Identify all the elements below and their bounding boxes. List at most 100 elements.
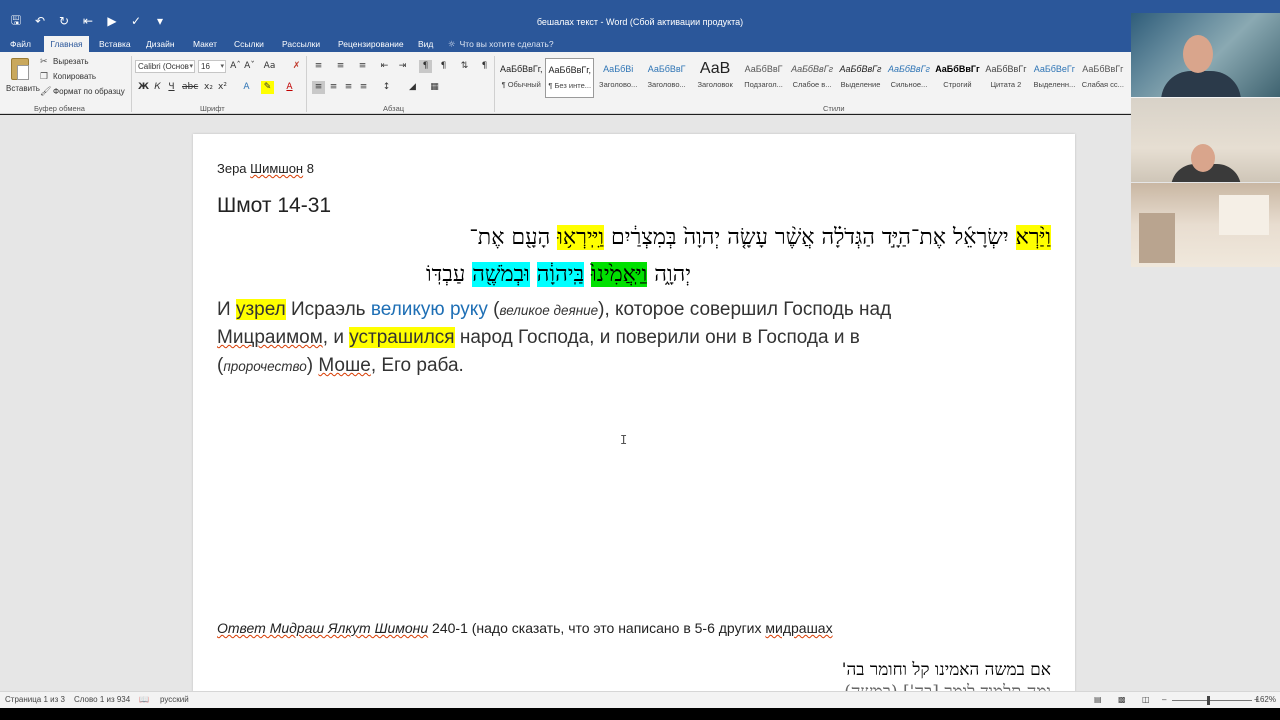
tab-mailings[interactable]: Рассылки — [276, 36, 326, 52]
highlight-color-icon[interactable]: ✎ — [261, 81, 274, 94]
style-preview: АаБбВі — [603, 64, 634, 74]
blue-phrase: великую руку — [370, 299, 488, 320]
paragraph-group-label: Абзац — [383, 104, 405, 113]
tab-references[interactable]: Ссылки — [228, 36, 270, 52]
hebrew-verse-line-2: יְהוָ֑ה וַיַּֽאֲמִ֙ינוּ֙ בַּֽיהוָ֔ה וּבְ… — [426, 261, 691, 287]
web-layout-icon[interactable]: ◫ — [1142, 695, 1150, 704]
style-name: Заголово... — [647, 80, 686, 89]
window-title: бешалах текст - Word (Сбой активации про… — [536, 17, 744, 27]
rtl-icon[interactable]: ¶ — [437, 60, 450, 73]
shimshon-word: Шимшон — [250, 161, 304, 176]
hebrew-word-vayar: וַיַּ֨רְא — [1015, 225, 1051, 250]
page-count[interactable]: Страница 1 из 3 — [5, 695, 65, 704]
tab-insert[interactable]: Вставка — [93, 36, 137, 52]
cut-button[interactable]: ✂ Вырезать — [40, 57, 89, 67]
tab-file[interactable]: Файл — [4, 36, 37, 52]
style-item[interactable]: АаБбВеГг Выделенн... — [1030, 58, 1078, 98]
align-center-icon[interactable]: ≡ — [327, 81, 340, 94]
paste-label: Вставить — [6, 84, 40, 93]
tab-review[interactable]: Рецензирование — [332, 36, 410, 52]
style-preview: АаБбВвГг, — [499, 64, 543, 74]
style-item[interactable]: АаБбВвГг Сильное... — [885, 58, 933, 98]
format-painter-button[interactable]: 🖌 Формат по образцу — [40, 87, 125, 97]
scissors-icon: ✂ — [40, 57, 48, 67]
style-preview: АаБбВвГ — [647, 64, 686, 74]
line-spacing-icon[interactable]: ↕ — [380, 81, 393, 94]
italic-icon[interactable]: К — [151, 81, 164, 94]
style-item[interactable]: АаБбВвГ Заголово... — [642, 58, 690, 98]
clear-formatting-icon[interactable]: ✗ — [290, 60, 303, 73]
numbering-icon[interactable]: ≡ — [334, 60, 347, 73]
increase-indent-icon[interactable]: ⇥ — [396, 60, 409, 73]
hebrew-word-uvmoshe: וּבְמֹשֶׁ֖ה — [472, 262, 530, 287]
underline-icon[interactable]: Ч — [165, 81, 178, 94]
zera-word: Зера — [217, 161, 251, 176]
shading-icon[interactable]: ◢ — [406, 81, 419, 94]
text: , и — [322, 327, 350, 348]
text-effects-icon[interactable]: A — [240, 81, 253, 94]
read-mode-icon[interactable]: ▤ — [1094, 695, 1102, 704]
bullets-icon[interactable]: ≡ — [312, 60, 325, 73]
align-left-icon[interactable]: ≡ — [312, 81, 325, 94]
proofing-icon[interactable]: 📖 — [139, 695, 149, 704]
sort-icon[interactable]: ⇅ — [458, 60, 471, 73]
zoom-slider[interactable] — [1172, 700, 1252, 701]
style-item[interactable]: АаБбВвГг Слабое в... — [788, 58, 836, 98]
copy-button[interactable]: ❐ Копировать — [40, 72, 96, 82]
mitzraim-word: Мицраимом — [217, 327, 323, 348]
ltr-icon[interactable]: ¶ — [419, 60, 432, 73]
style-name: Заголово... — [599, 80, 638, 89]
tab-home[interactable]: Главная — [44, 36, 89, 52]
font-name-select[interactable]: Calibri (Основ ▾ — [135, 60, 195, 73]
styles-gallery: АаБбВвГг, ¶ Обычный АаБбВвГг, ¶ Без инте...… — [497, 58, 1127, 98]
paste-button[interactable]: Вставить — [6, 58, 40, 102]
style-name: Цитата 2 — [990, 80, 1022, 89]
hebrew-text: יִשְׂרָאֵ֜ל אֶת־הַיָּ֣ד הַגְּדֹלָ֗ה אֲשֶ… — [604, 225, 1016, 250]
subscript-icon[interactable]: x₂ — [202, 81, 215, 94]
hebrew-text: עַבְדּֽוֹ — [426, 262, 473, 287]
person-face — [1183, 35, 1213, 73]
word-count[interactable]: Слово 1 из 934 — [74, 695, 130, 704]
tell-me-text: Что вы хотите сделать? — [459, 39, 554, 49]
heading-shmot: Шмот 14-31 — [217, 194, 332, 217]
cut-label: Вырезать — [53, 57, 89, 66]
hebrew-text: הָעָ֖ם אֶת־ — [469, 225, 558, 250]
style-preview: АаБбВвГг — [1082, 64, 1124, 74]
style-item[interactable]: АаБбВвГг, ¶ Без инте... — [545, 58, 594, 98]
document-page[interactable]: Зера Шимшон 8 Шмот 14-31 וַיַּ֨רְא יִשְׂ… — [193, 134, 1075, 691]
style-item[interactable]: АаБбВвГг, ¶ Обычный — [497, 58, 545, 98]
change-case-icon[interactable]: Aa — [263, 60, 276, 73]
style-item[interactable]: АаБбВвГ Подзагол... — [739, 58, 787, 98]
tab-layout[interactable]: Макет — [187, 36, 223, 52]
justify-icon[interactable]: ≡ — [357, 81, 370, 94]
tab-design[interactable]: Дизайн — [140, 36, 181, 52]
zoom-slider-thumb[interactable] — [1207, 696, 1210, 705]
font-color-icon[interactable]: A — [283, 81, 296, 94]
bold-icon[interactable]: Ж — [137, 81, 150, 94]
style-item[interactable]: АаБбВвГг Слабая сс... — [1079, 58, 1127, 98]
borders-icon[interactable]: ▦ — [428, 81, 441, 94]
style-item[interactable]: АаВ Заголовок — [691, 58, 739, 98]
show-marks-icon[interactable]: ¶ — [478, 60, 491, 73]
shrink-font-icon[interactable]: Aˇ — [243, 60, 256, 73]
font-size-select[interactable]: 16 ▾ — [198, 60, 226, 73]
style-item[interactable]: АаБбВвГг Цитата 2 — [982, 58, 1030, 98]
zoom-level[interactable]: 162% — [1256, 695, 1276, 704]
zoom-out-icon[interactable]: – — [1162, 695, 1166, 704]
align-right-icon[interactable]: ≡ — [342, 81, 355, 94]
tab-view[interactable]: Вид — [412, 36, 439, 52]
style-name: Слабая сс... — [1081, 80, 1124, 89]
strikethrough-icon[interactable]: abc — [182, 81, 198, 94]
print-layout-icon[interactable]: ▩ — [1118, 695, 1126, 704]
superscript-icon[interactable]: x² — [216, 81, 229, 94]
room-furniture — [1139, 213, 1175, 263]
tell-me-box[interactable]: ☼ Что вы хотите сделать? — [448, 36, 554, 52]
style-item[interactable]: АаБбВвГг Строгий — [933, 58, 981, 98]
style-item[interactable]: АаБбВвГг Выделение — [836, 58, 884, 98]
multilevel-list-icon[interactable]: ≡ — [356, 60, 369, 73]
language-indicator[interactable]: русский — [160, 695, 189, 704]
style-item[interactable]: АаБбВі Заголово... — [594, 58, 642, 98]
decrease-indent-icon[interactable]: ⇤ — [378, 60, 391, 73]
grow-font-icon[interactable]: Aˆ — [229, 60, 242, 73]
hebrew-text: יְהוָ֑ה — [647, 262, 691, 287]
